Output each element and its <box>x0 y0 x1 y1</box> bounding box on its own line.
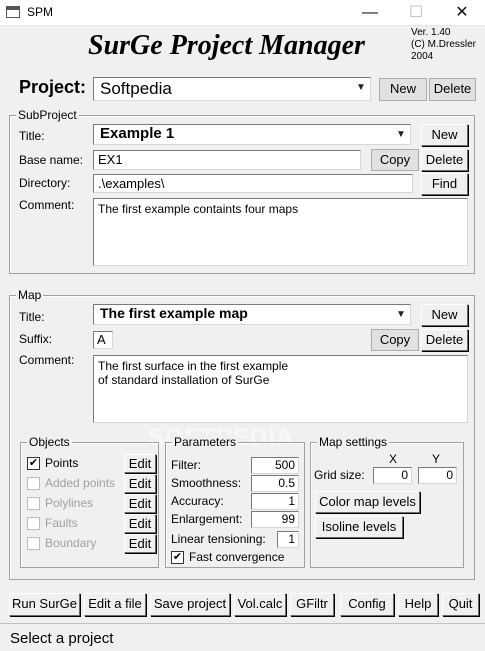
polylines-label: Polylines <box>45 496 94 510</box>
map-delete-button[interactable]: Delete <box>421 329 468 351</box>
save-project-button[interactable]: Save project <box>150 593 230 616</box>
base-name-label: Base name: <box>19 153 84 167</box>
version-line: Ver. 1.40 <box>411 27 451 38</box>
project-label: Project: <box>19 77 87 97</box>
project-combo-value: Softpedia <box>100 79 172 98</box>
chevron-down-icon[interactable]: ▼ <box>393 126 409 143</box>
color-map-levels-button[interactable]: Color map levels <box>315 491 420 513</box>
polylines-checkbox[interactable] <box>27 497 40 510</box>
smoothness-input[interactable]: 0.5 <box>251 475 299 492</box>
boundary-label: Boundary <box>45 536 97 550</box>
directory-input[interactable]: .\examples\ <box>93 174 413 193</box>
subproject-title-value: Example 1 <box>100 125 175 142</box>
subproject-comment-line: The first example containts four maps <box>98 202 299 216</box>
project-delete-button[interactable]: Delete <box>429 78 476 101</box>
map-comment-textarea[interactable]: The first surface in the first example o… <box>93 355 468 423</box>
app-heading: SurGe Project Manager <box>88 30 365 61</box>
suffix-input[interactable]: A <box>93 331 113 349</box>
chevron-down-icon[interactable]: ▼ <box>353 79 369 99</box>
accuracy-input[interactable]: 1 <box>251 493 299 510</box>
accuracy-label: Accuracy: <box>171 494 224 508</box>
subproject-copy-button[interactable]: Copy <box>371 149 419 171</box>
app-icon <box>6 6 20 18</box>
grid-y-header: Y <box>432 452 441 466</box>
suffix-label: Suffix: <box>19 332 53 346</box>
parameters-group-title: Parameters <box>172 435 239 449</box>
map-group-title: Map <box>16 288 44 302</box>
map-title-label: Title: <box>19 310 45 324</box>
filter-label: Filter: <box>171 458 201 472</box>
subproject-group-title: SubProject <box>16 108 79 122</box>
grid-x-input[interactable]: 0 <box>373 467 412 484</box>
directory-label: Directory: <box>19 176 71 190</box>
quit-button[interactable]: Quit <box>442 593 479 616</box>
chevron-down-icon[interactable]: ▼ <box>393 306 409 323</box>
subproject-title-label: Title: <box>19 129 45 143</box>
map-title-value: The first example map <box>100 305 248 321</box>
config-button[interactable]: Config <box>340 593 394 616</box>
added-points-edit-button[interactable]: Edit <box>124 474 156 493</box>
fast-convergence-checkbox[interactable]: ✔ <box>171 551 184 564</box>
gfiltr-button[interactable]: GFiltr <box>290 593 334 616</box>
map-comment-line: The first surface in the first example <box>98 359 289 373</box>
edit-file-button[interactable]: Edit a file <box>84 593 146 616</box>
grid-size-label: Grid size: <box>314 468 365 482</box>
added-points-label: Added points <box>45 476 116 490</box>
subproject-title-combo[interactable]: Example 1 ▼ <box>93 124 411 145</box>
map-settings-group-title: Map settings <box>317 435 390 449</box>
map-copy-button[interactable]: Copy <box>371 329 419 351</box>
subproject-comment-textarea[interactable]: The first example containts four maps <box>93 198 468 266</box>
points-label: Points <box>45 456 79 470</box>
enlargement-input[interactable]: 99 <box>251 511 299 528</box>
run-surge-button[interactable]: Run SurGe <box>9 593 80 616</box>
title-bar: SPM — ☐ ✕ <box>0 0 485 26</box>
isoline-levels-button[interactable]: Isoline levels <box>315 516 403 538</box>
points-checkbox[interactable]: ✔ <box>27 457 40 470</box>
help-button[interactable]: Help <box>398 593 438 616</box>
boundary-edit-button[interactable]: Edit <box>124 534 156 553</box>
faults-label: Faults <box>45 516 78 530</box>
objects-group-title: Objects <box>27 435 72 449</box>
map-new-button[interactable]: New <box>421 304 468 326</box>
subproject-delete-button[interactable]: Delete <box>421 149 468 171</box>
subproject-comment-label: Comment: <box>19 198 75 212</box>
smoothness-label: Smoothness: <box>171 476 242 490</box>
map-comment-line: of standard installation of SurGe <box>98 373 270 387</box>
faults-edit-button[interactable]: Edit <box>124 514 156 533</box>
linear-tensioning-input[interactable]: 1 <box>277 531 299 548</box>
minimize-button[interactable]: — <box>347 0 393 26</box>
fast-convergence-label: Fast convergence <box>189 550 285 564</box>
project-combo[interactable]: Softpedia ▼ <box>93 77 371 101</box>
boundary-checkbox[interactable] <box>27 537 40 550</box>
polylines-edit-button[interactable]: Edit <box>124 494 156 513</box>
subproject-new-button[interactable]: New <box>421 124 468 146</box>
status-bar: Select a project <box>0 623 485 651</box>
linear-tensioning-label: Linear tensioning: <box>171 532 266 546</box>
base-name-input[interactable]: EX1 <box>93 150 361 170</box>
status-text: Select a project <box>10 630 114 647</box>
map-comment-label: Comment: <box>19 353 75 367</box>
grid-x-header: X <box>389 452 398 466</box>
enlargement-label: Enlargement: <box>171 512 243 526</box>
find-button[interactable]: Find <box>421 173 468 195</box>
filter-input[interactable]: 500 <box>251 457 299 474</box>
map-title-combo[interactable]: The first example map ▼ <box>93 304 411 325</box>
project-new-button[interactable]: New <box>379 78 427 101</box>
grid-y-input[interactable]: 0 <box>418 467 457 484</box>
vol-calc-button[interactable]: Vol.calc <box>234 593 286 616</box>
points-edit-button[interactable]: Edit <box>124 454 156 473</box>
window-title: SPM <box>27 5 54 19</box>
close-button[interactable]: ✕ <box>439 0 485 26</box>
copyright-line: (C) M.Dressler <box>411 39 476 50</box>
version-info: Ver. 1.40 (C) M.Dressler 2004 <box>411 27 476 63</box>
added-points-checkbox[interactable] <box>27 477 40 490</box>
year-line: 2004 <box>411 51 434 62</box>
faults-checkbox[interactable] <box>27 517 40 530</box>
maximize-button[interactable]: ☐ <box>393 0 439 26</box>
